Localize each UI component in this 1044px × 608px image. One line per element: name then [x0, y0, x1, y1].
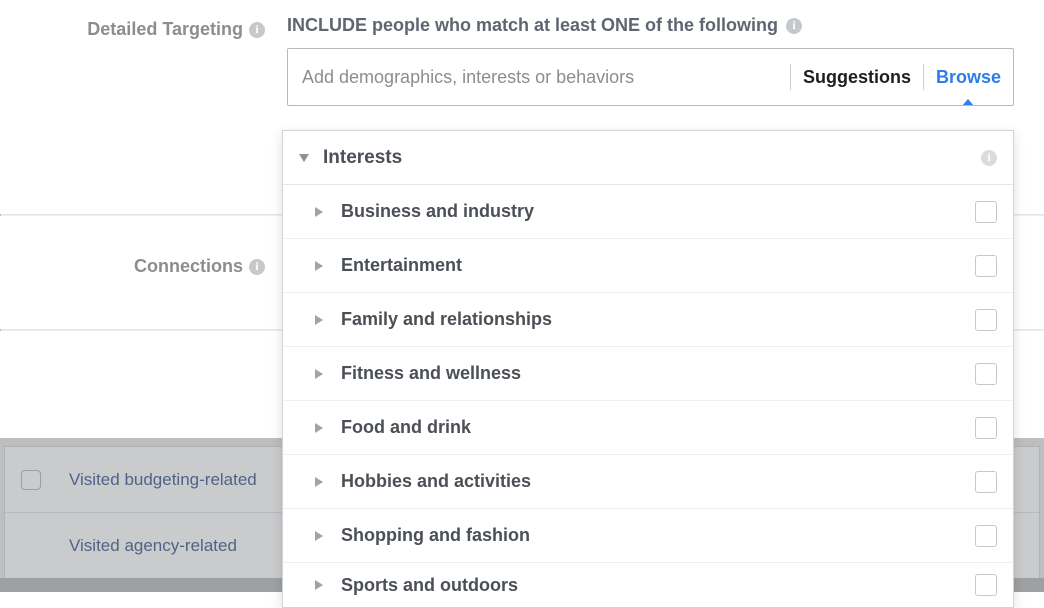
dropdown-group-header[interactable]: Interests i: [283, 131, 1013, 185]
include-description: INCLUDE people who match at least ONE of…: [287, 15, 1014, 36]
info-icon[interactable]: i: [786, 18, 802, 34]
item-checkbox[interactable]: [975, 363, 997, 385]
chevron-right-icon: [315, 315, 323, 325]
item-checkbox[interactable]: [975, 525, 997, 547]
dropdown-item[interactable]: Business and industry: [283, 185, 1013, 239]
dropdown-item[interactable]: Family and relationships: [283, 293, 1013, 347]
chevron-right-icon: [315, 580, 323, 590]
chevron-right-icon: [315, 207, 323, 217]
chevron-right-icon: [315, 423, 323, 433]
connections-label-text: Connections: [134, 256, 243, 277]
dropdown-item-label: Shopping and fashion: [341, 525, 957, 546]
chevron-right-icon: [315, 261, 323, 271]
dropdown-item[interactable]: Shopping and fashion: [283, 509, 1013, 563]
include-description-text: INCLUDE people who match at least ONE of…: [287, 15, 778, 36]
info-icon[interactable]: i: [249, 259, 265, 275]
dropdown-item[interactable]: Entertainment: [283, 239, 1013, 293]
dropdown-item-label: Family and relationships: [341, 309, 957, 330]
targeting-input-box: Suggestions Browse: [287, 48, 1014, 106]
browse-dropdown: Interests i Business and industry Entert…: [282, 130, 1014, 608]
browse-link[interactable]: Browse: [924, 67, 1013, 88]
caret-up-icon: [962, 99, 974, 106]
info-icon[interactable]: i: [249, 22, 265, 38]
item-checkbox[interactable]: [975, 255, 997, 277]
dropdown-item-label: Hobbies and activities: [341, 471, 957, 492]
browse-link-text: Browse: [936, 67, 1001, 88]
dropdown-item-label: Sports and outdoors: [341, 575, 957, 596]
chevron-down-icon: [299, 154, 309, 162]
chevron-right-icon: [315, 477, 323, 487]
item-checkbox[interactable]: [975, 309, 997, 331]
suggestions-link[interactable]: Suggestions: [791, 67, 923, 88]
detailed-targeting-label: Detailed Targeting i: [0, 15, 277, 40]
detailed-targeting-row: Detailed Targeting i INCLUDE people who …: [0, 0, 1044, 106]
dropdown-item[interactable]: Sports and outdoors: [283, 563, 1013, 607]
dropdown-item[interactable]: Hobbies and activities: [283, 455, 1013, 509]
detailed-targeting-label-text: Detailed Targeting: [87, 19, 243, 40]
item-checkbox[interactable]: [975, 201, 997, 223]
dropdown-item-label: Food and drink: [341, 417, 957, 438]
dropdown-group-title: Interests: [323, 147, 967, 169]
dropdown-item-label: Entertainment: [341, 255, 957, 276]
dropdown-item[interactable]: Fitness and wellness: [283, 347, 1013, 401]
connections-label: Connections i: [0, 256, 277, 277]
item-checkbox[interactable]: [975, 417, 997, 439]
dropdown-item[interactable]: Food and drink: [283, 401, 1013, 455]
chevron-right-icon: [315, 531, 323, 541]
detailed-targeting-content: INCLUDE people who match at least ONE of…: [277, 15, 1044, 106]
item-checkbox[interactable]: [975, 471, 997, 493]
dropdown-item-label: Fitness and wellness: [341, 363, 957, 384]
dropdown-item-label: Business and industry: [341, 201, 957, 222]
targeting-input[interactable]: [288, 49, 790, 105]
item-checkbox[interactable]: [975, 574, 997, 596]
chevron-right-icon: [315, 369, 323, 379]
info-icon[interactable]: i: [981, 150, 997, 166]
